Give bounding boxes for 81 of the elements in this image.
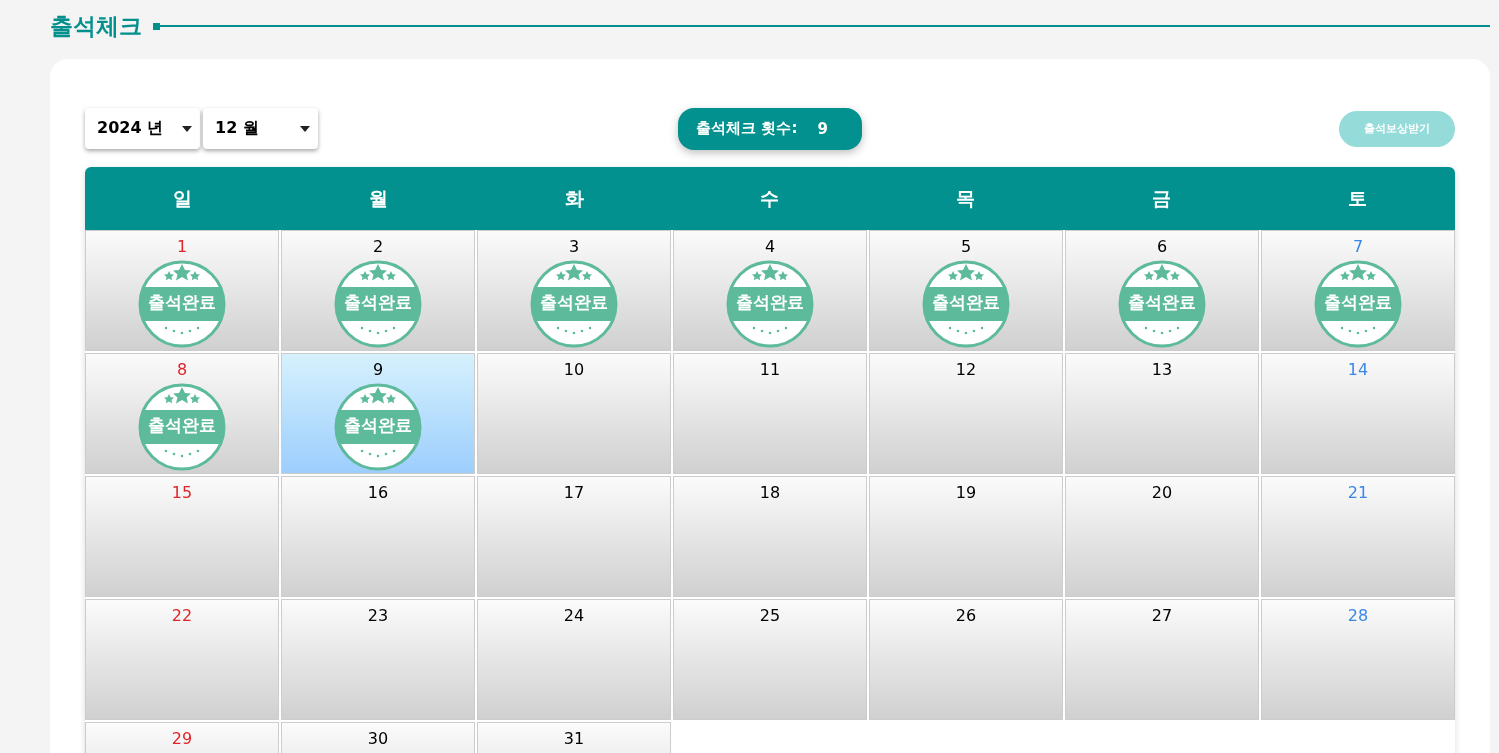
day-number: 6 (1156, 237, 1168, 257)
stamp-label: 출석완료 (147, 414, 217, 437)
count-label: 출석체크 횟수: (696, 119, 798, 138)
month-select[interactable]: 12 월 (203, 108, 318, 149)
day-number: 31 (563, 729, 585, 749)
stamp-label: 출석완료 (735, 291, 805, 314)
day-number: 17 (563, 483, 585, 503)
day-number: 11 (759, 360, 781, 380)
weekday-label: 월 (368, 185, 390, 211)
calendar-day[interactable]: 11 (673, 353, 867, 474)
calendar-day[interactable]: 12 (869, 353, 1063, 474)
calendar-day[interactable]: 18 (673, 476, 867, 597)
calendar-day[interactable]: 2 출석완료 (281, 230, 475, 351)
day-number: 18 (759, 483, 781, 503)
calendar-day[interactable]: 17 (477, 476, 671, 597)
calendar-day[interactable]: 1 출석완료 (85, 230, 279, 351)
day-number: 25 (759, 606, 781, 626)
weekday-label: 토 (1346, 185, 1368, 211)
day-number: 21 (1347, 483, 1369, 503)
stamp-label: 출석완료 (539, 291, 609, 314)
stamp-label: 출석완료 (931, 291, 1001, 314)
calendar-day[interactable]: 15 (85, 476, 279, 597)
stamp-label: 출석완료 (1127, 291, 1197, 314)
day-number: 28 (1347, 606, 1369, 626)
weekday-label: 목 (955, 185, 977, 211)
day-number: 15 (171, 483, 193, 503)
stamp-label: 출석완료 (343, 291, 413, 314)
calendar-day[interactable]: 8 출석완료 (85, 353, 279, 474)
calendar-day[interactable]: 25 (673, 599, 867, 720)
day-number: 10 (563, 360, 585, 380)
day-number: 7 (1352, 237, 1364, 257)
day-number: 30 (367, 729, 389, 749)
calendar-day[interactable]: 5 출석완료 (869, 230, 1063, 351)
day-number: 2 (372, 237, 384, 257)
calendar-day[interactable]: 29 (85, 722, 279, 753)
day-number: 12 (955, 360, 977, 380)
day-number: 16 (367, 483, 389, 503)
day-number: 3 (568, 237, 580, 257)
calendar-day[interactable]: 27 (1065, 599, 1259, 720)
day-number: 5 (960, 237, 972, 257)
weekday-label: 화 (563, 185, 585, 211)
day-number: 20 (1151, 483, 1173, 503)
calendar-day[interactable]: 23 (281, 599, 475, 720)
calendar-day[interactable]: 26 (869, 599, 1063, 720)
calendar-day[interactable]: 31 (477, 722, 671, 753)
calendar-day[interactable]: 13 (1065, 353, 1259, 474)
day-number: 13 (1151, 360, 1173, 380)
calendar-day[interactable]: 22 (85, 599, 279, 720)
day-number: 19 (955, 483, 977, 503)
day-number: 1 (176, 237, 188, 257)
page-title: 출석체크 (50, 11, 142, 41)
stamp-label: 출석완료 (147, 291, 217, 314)
calendar-day[interactable]: 9 출석완료 (281, 353, 475, 474)
day-number: 14 (1347, 360, 1369, 380)
day-number: 22 (171, 606, 193, 626)
weekday-label: 금 (1150, 185, 1172, 211)
calendar-day[interactable]: 10 (477, 353, 671, 474)
year-select[interactable]: 2024 년 (85, 108, 200, 149)
day-number: 23 (367, 606, 389, 626)
stamp-label: 출석완료 (1323, 291, 1393, 314)
calendar-day[interactable]: 3 출석완료 (477, 230, 671, 351)
calendar-day[interactable]: 4 출석완료 (673, 230, 867, 351)
day-number: 27 (1151, 606, 1173, 626)
calendar-day[interactable]: 20 (1065, 476, 1259, 597)
calendar-day[interactable]: 6 출석완료 (1065, 230, 1259, 351)
caret-icon (300, 125, 310, 132)
calendar-day[interactable]: 16 (281, 476, 475, 597)
day-number: 8 (176, 360, 188, 380)
day-number: 26 (955, 606, 977, 626)
calendar-day[interactable]: 24 (477, 599, 671, 720)
day-number: 24 (563, 606, 585, 626)
weekday-label: 일 (172, 185, 194, 211)
count-value: 9 (817, 119, 828, 138)
day-number: 29 (171, 729, 193, 749)
calendar-day[interactable]: 30 (281, 722, 475, 753)
day-number: 4 (764, 237, 776, 257)
caret-icon (182, 125, 192, 132)
weekday-label: 수 (759, 185, 781, 211)
calendar-day[interactable]: 19 (869, 476, 1063, 597)
stamp-label: 출석완료 (343, 414, 413, 437)
day-number: 9 (372, 360, 384, 380)
